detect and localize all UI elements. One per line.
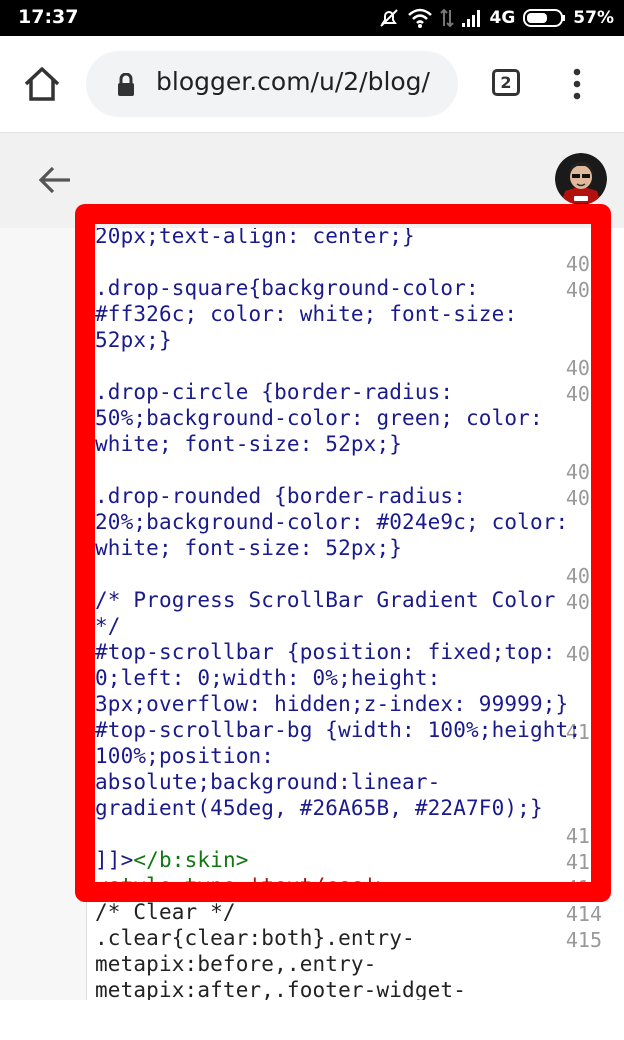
back-button[interactable] (38, 165, 72, 199)
mute-notification-icon (378, 7, 400, 29)
line-number: 405 (565, 460, 602, 484)
code-line: .drop-circle {border-radius: (95, 380, 454, 404)
line-number: 415 (565, 928, 602, 952)
code-line: .drop-rounded {border-radius: (95, 484, 466, 508)
code-line: white; font-size: 52px;} (95, 432, 403, 456)
code-line: 52px;} (95, 328, 172, 352)
avatar-image (555, 153, 607, 205)
code-line: ]]></b:skin> (95, 848, 249, 872)
code-line: metapix:before,.entry- (95, 952, 377, 976)
url-text: blogger.com/u/2/blog/ (156, 67, 430, 96)
browser-toolbar: blogger.com/u/2/blog/ 2 (0, 36, 624, 133)
battery-icon (522, 7, 566, 29)
code-line: */ (95, 614, 121, 638)
editor-bottom-area (0, 1000, 624, 1040)
code-line: #top-scrollbar {position: fixed;top: (95, 640, 556, 664)
line-number: 409 (565, 642, 602, 666)
wifi-icon (407, 7, 433, 29)
home-icon (24, 67, 60, 101)
code-line: #ff326c; color: white; font-size: (95, 302, 518, 326)
line-number: 413 (565, 876, 602, 900)
network-type: 4G (489, 8, 516, 28)
code-line: 50%;background-color: green; color: (95, 406, 543, 430)
more-vert-icon (573, 68, 581, 100)
code-line: absolute;background:linear- (95, 770, 441, 794)
code-line: 3px;overflow: hidden;z-index: 99999;} (95, 692, 569, 716)
line-number-gutter (0, 228, 87, 1000)
signal-icon (461, 8, 483, 28)
code-line: .clear{clear:both}.entry- (95, 926, 415, 950)
code-line: 0;left: 0;width: 0%;height: (95, 666, 441, 690)
line-number: 407 (565, 564, 602, 588)
line-number: 403 (565, 356, 602, 380)
lock-icon (116, 72, 136, 101)
home-button[interactable] (22, 66, 62, 102)
data-transfer-icon (439, 7, 454, 29)
code-line: .drop-square{background-color: (95, 276, 479, 300)
tab-switcher-button[interactable]: 2 (492, 69, 520, 96)
arrow-back-icon (38, 166, 70, 194)
address-bar[interactable]: blogger.com/u/2/blog/ (86, 51, 458, 117)
code-line: white; font-size: 52px;} (95, 536, 403, 560)
line-number: 414 (565, 902, 602, 926)
code-line: #top-scrollbar-bg {width: 100%;height: (95, 718, 582, 742)
line-number: 402 (565, 278, 602, 302)
code-line: 20%;background-color: #024e9c; color: (95, 510, 569, 534)
code-line: gradient(45deg, #26A65B, #22A7F0);} (95, 796, 543, 820)
overflow-menu-button[interactable] (566, 68, 588, 100)
line-number: 401 (565, 252, 602, 276)
code-line: metapix:after,.footer-widget- (95, 978, 466, 1002)
status-time: 17:37 (18, 6, 79, 28)
status-bar: 17:37 4G 57% (0, 0, 624, 36)
code-line: /* Clear */ (95, 900, 236, 924)
avatar[interactable] (555, 153, 607, 205)
battery-percent: 57% (573, 8, 614, 28)
line-number: 404 (565, 382, 602, 406)
line-number: 412 (565, 850, 602, 874)
code-editor[interactable]: 20px;text-align: center;} 401 402 .drop-squ… (0, 228, 624, 1040)
code-line: 20px;text-align: center;} (95, 228, 415, 248)
code-line: <style type='text/css'> (95, 874, 390, 898)
code-line: /* Progress ScrollBar Gradient Color (95, 588, 556, 612)
line-number: 408 (565, 590, 602, 614)
line-number: 406 (565, 486, 602, 510)
line-number: 411 (565, 824, 602, 848)
editor-header (0, 133, 624, 228)
code-line: 100%;position: (95, 744, 275, 768)
